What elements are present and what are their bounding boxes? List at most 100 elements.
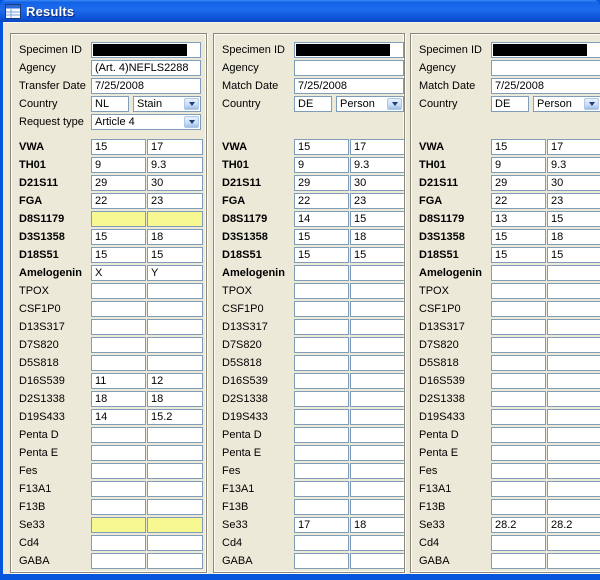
allele-field[interactable]: 15 (294, 229, 349, 245)
allele-field[interactable] (547, 499, 600, 515)
allele-field[interactable] (294, 337, 349, 353)
allele-field[interactable] (491, 391, 546, 407)
allele-field[interactable]: 22 (491, 193, 546, 209)
allele-field[interactable]: 9.3 (350, 157, 405, 173)
allele-field[interactable] (350, 391, 405, 407)
text-field[interactable] (491, 60, 600, 76)
allele-field[interactable] (294, 373, 349, 389)
text-field[interactable]: 7/25/2008 (491, 78, 600, 94)
allele-field[interactable]: 17 (350, 139, 405, 155)
allele-field[interactable] (350, 283, 405, 299)
allele-field[interactable] (350, 265, 405, 281)
allele-field[interactable] (147, 553, 203, 569)
allele-field[interactable] (350, 355, 405, 371)
allele-field[interactable] (91, 355, 146, 371)
allele-field[interactable]: 9 (491, 157, 546, 173)
allele-field[interactable]: 18 (147, 391, 203, 407)
allele-field[interactable]: 9.3 (147, 157, 203, 173)
allele-field[interactable] (294, 499, 349, 515)
allele-field[interactable]: 12 (147, 373, 203, 389)
allele-field[interactable]: Y (147, 265, 203, 281)
allele-field[interactable] (350, 499, 405, 515)
allele-field[interactable] (294, 283, 349, 299)
allele-field[interactable] (547, 283, 600, 299)
allele-field[interactable]: 18 (547, 229, 600, 245)
allele-field[interactable] (491, 373, 546, 389)
allele-field[interactable] (547, 445, 600, 461)
allele-field[interactable] (147, 481, 203, 497)
allele-field[interactable] (147, 499, 203, 515)
allele-field[interactable] (491, 355, 546, 371)
allele-field[interactable]: 9 (294, 157, 349, 173)
allele-field[interactable]: 15 (147, 247, 203, 263)
allele-field[interactable]: 15 (294, 139, 349, 155)
allele-field[interactable]: 15 (547, 211, 600, 227)
text-field[interactable]: 7/25/2008 (91, 78, 201, 94)
allele-field[interactable] (350, 319, 405, 335)
allele-field[interactable]: 15 (491, 229, 546, 245)
allele-field[interactable] (294, 319, 349, 335)
allele-field[interactable] (350, 481, 405, 497)
allele-field[interactable]: 22 (294, 193, 349, 209)
allele-field[interactable] (350, 463, 405, 479)
allele-field[interactable] (147, 445, 203, 461)
allele-field[interactable] (147, 517, 203, 533)
allele-field[interactable]: 15 (491, 247, 546, 263)
allele-field[interactable]: 15 (350, 211, 405, 227)
allele-field[interactable]: 23 (147, 193, 203, 209)
allele-field[interactable]: 30 (147, 175, 203, 191)
allele-field[interactable] (350, 409, 405, 425)
allele-field[interactable] (294, 409, 349, 425)
allele-field[interactable]: 17 (547, 139, 600, 155)
dropdown-arrow-button[interactable] (584, 98, 599, 110)
text-field[interactable]: (Art. 4)NEFLS2288 (91, 60, 201, 76)
allele-field[interactable] (547, 355, 600, 371)
specimen-id-field[interactable] (91, 42, 201, 58)
allele-field[interactable]: 14 (294, 211, 349, 227)
allele-field[interactable]: 22 (91, 193, 146, 209)
allele-field[interactable]: 15.2 (147, 409, 203, 425)
allele-field[interactable] (91, 535, 146, 551)
allele-field[interactable] (547, 535, 600, 551)
allele-field[interactable]: 15 (547, 247, 600, 263)
specimen-type-dropdown[interactable]: Person (336, 96, 404, 112)
allele-field[interactable]: 30 (547, 175, 600, 191)
allele-field[interactable] (91, 481, 146, 497)
allele-field[interactable] (147, 211, 203, 227)
allele-field[interactable] (491, 553, 546, 569)
allele-field[interactable] (491, 337, 546, 353)
allele-field[interactable] (350, 373, 405, 389)
specimen-type-dropdown[interactable]: Person (533, 96, 600, 112)
allele-field[interactable] (147, 535, 203, 551)
allele-field[interactable] (350, 427, 405, 443)
allele-field[interactable]: 18 (147, 229, 203, 245)
allele-field[interactable] (91, 337, 146, 353)
allele-field[interactable] (294, 463, 349, 479)
text-field[interactable] (294, 60, 404, 76)
allele-field[interactable] (491, 319, 546, 335)
allele-field[interactable] (147, 463, 203, 479)
allele-field[interactable] (91, 427, 146, 443)
title-bar[interactable]: Results (0, 0, 600, 22)
allele-field[interactable]: 15 (91, 229, 146, 245)
allele-field[interactable]: 11 (91, 373, 146, 389)
allele-field[interactable]: 29 (491, 175, 546, 191)
allele-field[interactable] (491, 427, 546, 443)
allele-field[interactable] (547, 265, 600, 281)
allele-field[interactable]: 17 (294, 517, 349, 533)
allele-field[interactable] (491, 445, 546, 461)
allele-field[interactable] (147, 301, 203, 317)
allele-field[interactable] (547, 463, 600, 479)
allele-field[interactable] (350, 535, 405, 551)
allele-field[interactable] (147, 427, 203, 443)
allele-field[interactable]: 15 (91, 139, 146, 155)
allele-field[interactable]: 28.2 (491, 517, 546, 533)
country-code-field[interactable]: DE (491, 96, 529, 112)
allele-field[interactable] (350, 445, 405, 461)
allele-field[interactable] (91, 301, 146, 317)
allele-field[interactable] (491, 499, 546, 515)
specimen-id-field[interactable] (294, 42, 404, 58)
allele-field[interactable] (147, 355, 203, 371)
allele-field[interactable] (547, 373, 600, 389)
country-code-field[interactable]: DE (294, 96, 332, 112)
